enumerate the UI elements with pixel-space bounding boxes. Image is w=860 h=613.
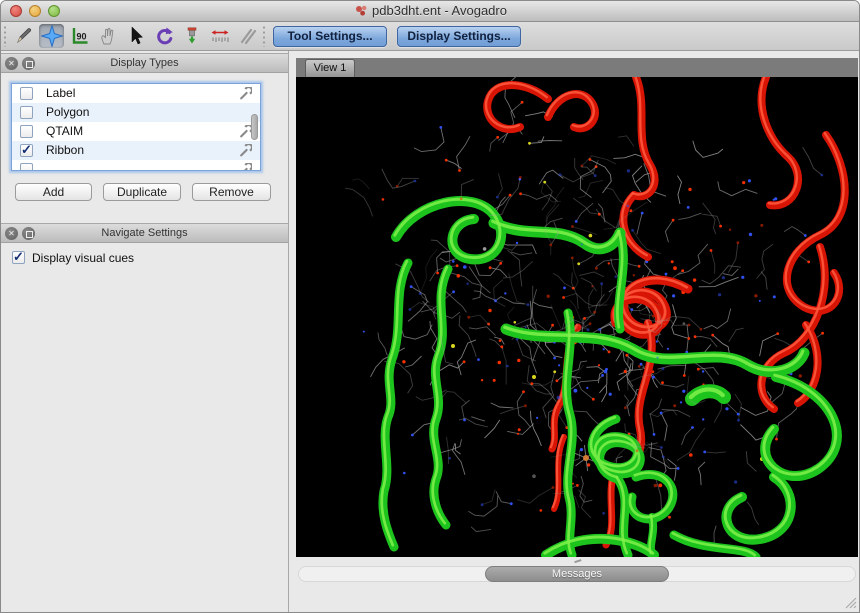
display-type-checkbox[interactable]: [20, 125, 33, 138]
window-title-text: pdb3dht.ent - Avogadro: [372, 3, 507, 18]
svg-text:90: 90: [76, 32, 86, 42]
auto-rotate-tool-button[interactable]: [151, 24, 176, 48]
navigate-settings-title: Navigate Settings: [1, 224, 288, 244]
navigate-star-icon: [41, 25, 63, 47]
manipulate-tool-button[interactable]: [95, 24, 120, 48]
display-type-checkbox[interactable]: [20, 106, 33, 119]
display-settings-button[interactable]: Display Settings...: [397, 26, 521, 47]
resize-grip-icon[interactable]: [844, 596, 857, 609]
display-type-checkbox[interactable]: [20, 87, 33, 100]
display-type-label: Polygon: [46, 105, 89, 119]
display-type-label: Ribbon: [46, 143, 84, 157]
display-types-title: Display Types: [1, 54, 288, 74]
hand-icon: [98, 26, 118, 46]
angle-90-icon: 90: [70, 26, 90, 46]
molecule-svg: [296, 77, 858, 557]
duplicate-button[interactable]: Duplicate: [103, 183, 181, 201]
measure-tool-button[interactable]: [207, 24, 232, 48]
vise-icon: [182, 26, 202, 46]
settings-wrench-icon[interactable]: [239, 144, 252, 157]
display-type-row-polygon[interactable]: Polygon: [12, 103, 260, 122]
align-tool-button[interactable]: [235, 24, 260, 48]
view-tab-bar: View 1: [296, 58, 858, 77]
toolbar-separator: [262, 25, 266, 47]
draw-tool-button[interactable]: [11, 24, 36, 48]
settings-wrench-icon[interactable]: [239, 87, 252, 100]
display-type-checkbox[interactable]: [20, 163, 33, 171]
panel-splitter[interactable]: [288, 51, 289, 613]
title-bar: pdb3dht.ent - Avogadro: [1, 1, 860, 22]
list-scrollbar-thumb[interactable]: [251, 114, 258, 140]
avogadro-window: pdb3dht.ent - Avogadro 90: [0, 0, 860, 613]
bond-centric-tool-button[interactable]: 90: [67, 24, 92, 48]
pencil-icon: [14, 26, 34, 46]
display-types-list[interactable]: Label Polygon QTAIM Ribbon: [11, 83, 261, 171]
display-type-checkbox[interactable]: [20, 144, 33, 157]
display-type-label: QTAIM: [46, 124, 83, 138]
settings-wrench-icon[interactable]: [239, 163, 252, 171]
display-type-row-partial[interactable]: [12, 160, 260, 171]
main-toolbar: 90 Tool Settings... Display Settings.: [1, 22, 860, 51]
gl-viewport[interactable]: [296, 77, 858, 557]
align-lines-icon: [238, 26, 258, 46]
avogadro-app-icon: [355, 4, 368, 17]
window-title: pdb3dht.ent - Avogadro: [1, 1, 860, 21]
display-type-row-ribbon[interactable]: Ribbon: [12, 141, 260, 160]
messages-dock-bar: Messages: [298, 566, 856, 582]
tool-settings-button[interactable]: Tool Settings...: [273, 26, 387, 47]
add-button[interactable]: Add: [15, 183, 92, 201]
visual-cues-label: Display visual cues: [32, 251, 134, 265]
rotate-arrow-icon: [154, 26, 174, 46]
ruler-icon: [210, 26, 230, 46]
display-type-label: Label: [46, 86, 75, 100]
view-1-tab[interactable]: View 1: [305, 59, 355, 77]
display-type-row-label[interactable]: Label: [12, 84, 260, 103]
navigate-settings-header: ✕ Navigate Settings: [1, 223, 288, 243]
selection-tool-button[interactable]: [123, 24, 148, 48]
display-types-header: ✕ Display Types: [1, 53, 288, 73]
navigate-tool-button[interactable]: [39, 24, 64, 48]
auto-optimize-tool-button[interactable]: [179, 24, 204, 48]
visual-cues-checkbox[interactable]: [12, 251, 25, 264]
toolbar-drag-handle[interactable]: [3, 25, 7, 47]
messages-button[interactable]: Messages: [485, 566, 669, 582]
cursor-arrow-icon: [126, 26, 146, 46]
display-type-row-qtaim[interactable]: QTAIM: [12, 122, 260, 141]
remove-button[interactable]: Remove: [192, 183, 271, 201]
